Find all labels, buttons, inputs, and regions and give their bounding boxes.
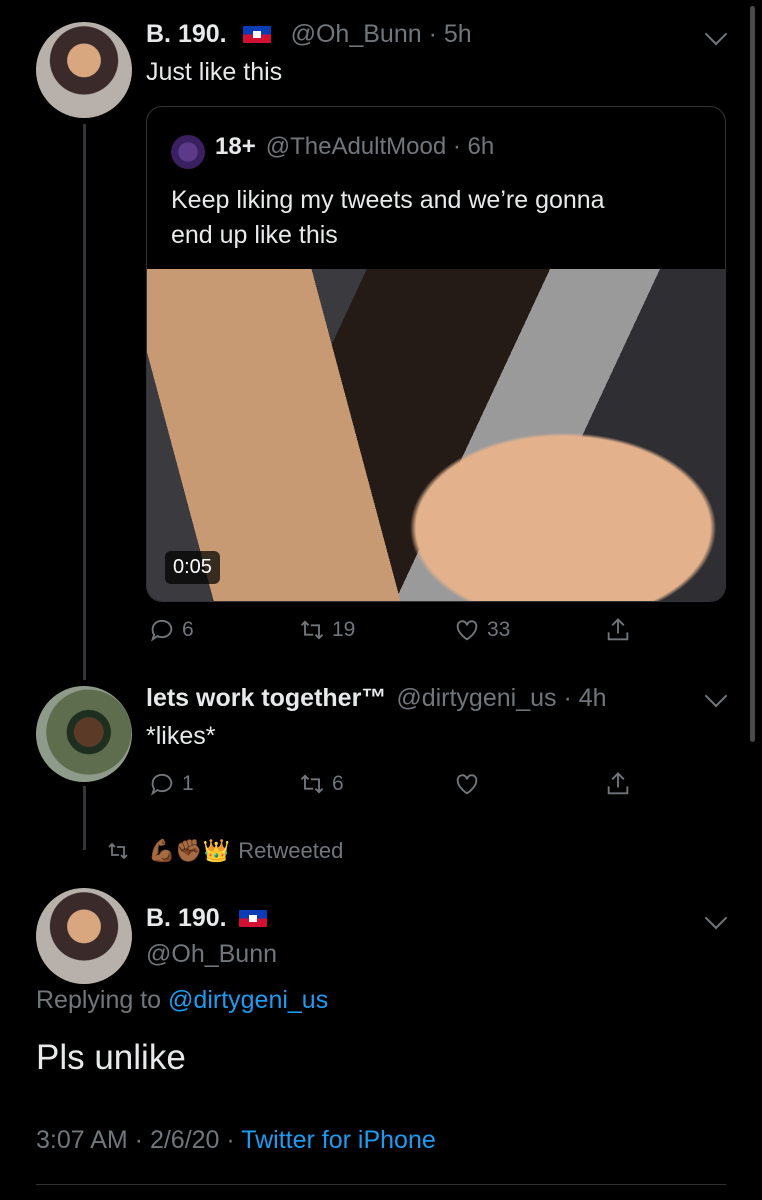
share-icon (607, 772, 629, 795)
retweet-button[interactable]: 19 (298, 616, 355, 644)
handle-time: @Oh_Bunn · 5h (290, 20, 472, 48)
avatar[interactable] (36, 686, 132, 782)
reply-icon (151, 619, 173, 642)
replying-to: Replying to @dirtygeni_us (36, 986, 328, 1015)
tweet-timestamp: 3:07 AM · 2/6/20 · Twitter for iPhone (36, 1126, 436, 1155)
thread-line (83, 786, 86, 850)
quoted-avatar (171, 135, 205, 169)
display-name[interactable]: lets work together™ (146, 684, 386, 713)
time-date: 3:07 AM · 2/6/20 · (36, 1126, 242, 1154)
share-icon (607, 618, 629, 641)
video-thumbnail[interactable]: 0:05 (147, 269, 725, 601)
replying-handle-link[interactable]: @dirtygeni_us (168, 986, 328, 1014)
quoted-tweet[interactable]: 18+ @TheAdultMood · 6h Keep liking my tw… (146, 106, 726, 602)
video-duration: 0:05 (165, 551, 220, 584)
chevron-down-icon[interactable] (704, 684, 728, 708)
tweet-header: B. 190. (146, 904, 267, 933)
quoted-text-line: Keep liking my tweets and we’re gonna (171, 186, 605, 214)
retweet-button[interactable]: 6 (298, 770, 344, 798)
tweet-text: Pls unlike (36, 1038, 186, 1077)
like-count: 33 (487, 618, 511, 641)
retweet-count: 6 (332, 772, 344, 795)
retweet-icon (300, 774, 324, 794)
thread-line (83, 124, 86, 680)
scrollbar[interactable] (750, 6, 755, 742)
handle-time: @dirtygeni_us · 4h (396, 684, 607, 712)
quoted-text-line: end up like this (171, 221, 338, 249)
reply-count: 1 (182, 772, 194, 795)
tweet-text: *likes* (146, 722, 216, 750)
retweeted-label: Retweeted (238, 838, 344, 863)
avatar[interactable] (36, 888, 132, 984)
display-name[interactable]: B. 190. (146, 904, 227, 933)
handle[interactable]: @Oh_Bunn (146, 940, 277, 969)
retweet-icon (300, 620, 324, 640)
emoji-group: 💪🏾✊🏾👑 (148, 838, 231, 863)
like-button[interactable]: 33 (453, 616, 510, 644)
chevron-down-icon[interactable] (704, 22, 728, 46)
like-button[interactable] (453, 770, 481, 798)
haiti-flag-icon (242, 26, 271, 43)
reply-count: 6 (182, 618, 194, 641)
quoted-header: 18+ @TheAdultMood · 6h (215, 133, 494, 161)
replying-prefix: Replying to (36, 986, 169, 1014)
display-name[interactable]: B. 190. (146, 20, 227, 49)
tweet-header: B. 190. @Oh_Bunn · 5h (146, 20, 472, 49)
share-button[interactable] (604, 616, 632, 644)
retweeted-indicator: 💪🏾✊🏾👑 Retweeted (106, 838, 343, 864)
tweet-text: Just like this (146, 58, 283, 86)
reply-button[interactable]: 6 (148, 616, 194, 644)
retweet-count: 19 (332, 618, 356, 641)
quoted-display-name: 18+ (215, 133, 256, 160)
quoted-handle-time: @TheAdultMood · 6h (265, 133, 495, 160)
tweet-header: lets work together™ @dirtygeni_us · 4h (146, 684, 607, 713)
heart-icon (456, 774, 478, 795)
reply-button[interactable]: 1 (148, 770, 194, 798)
divider (36, 1184, 726, 1185)
quoted-text: Keep liking my tweets and we’re gonna en… (171, 183, 605, 253)
reply-icon (151, 773, 173, 796)
share-button[interactable] (604, 770, 632, 798)
heart-icon (456, 620, 478, 641)
avatar[interactable] (36, 22, 132, 118)
haiti-flag-icon (238, 910, 267, 927)
retweet-icon (108, 842, 128, 860)
source-link[interactable]: Twitter for iPhone (241, 1126, 436, 1154)
chevron-down-icon[interactable] (704, 906, 728, 930)
